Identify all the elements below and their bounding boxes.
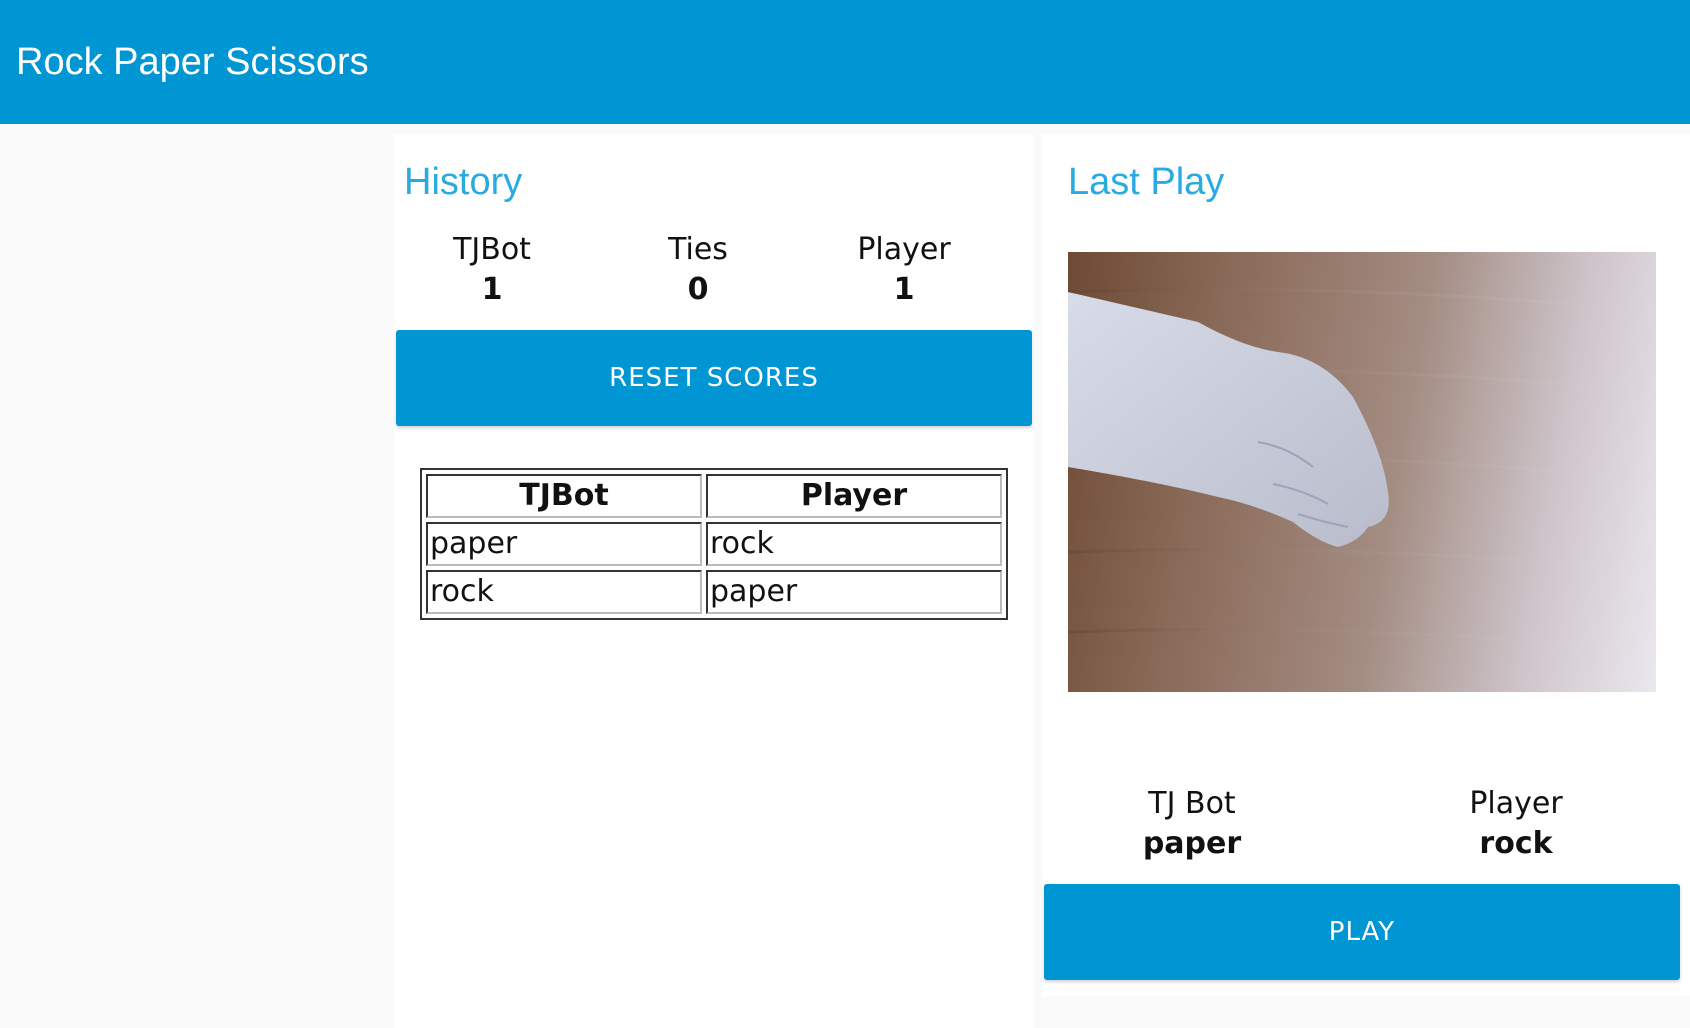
table-cell-player: rock bbox=[706, 522, 1002, 566]
table-cell-tjbot: rock bbox=[426, 570, 702, 614]
app-header: Rock Paper Scissors bbox=[0, 0, 1690, 124]
app-title: Rock Paper Scissors bbox=[16, 41, 369, 83]
player-score: Player 1 bbox=[804, 230, 1004, 310]
fist-illustration bbox=[1068, 288, 1656, 654]
history-title: History bbox=[404, 161, 523, 203]
ties-score-value: 0 bbox=[687, 272, 709, 307]
last-play-player: Player rock bbox=[1366, 784, 1666, 864]
ties-score-label: Ties bbox=[668, 232, 728, 267]
tjbot-score: TJBot 1 bbox=[392, 230, 592, 310]
reset-scores-button[interactable]: RESET SCORES bbox=[396, 330, 1032, 426]
play-button[interactable]: PLAY bbox=[1044, 884, 1680, 980]
player-score-value: 1 bbox=[893, 272, 915, 307]
last-play-player-value: rock bbox=[1479, 826, 1553, 861]
table-header-row: TJBot Player bbox=[426, 474, 1002, 518]
last-play-tjbot-label: TJ Bot bbox=[1148, 786, 1236, 821]
last-play-tjbot: TJ Bot paper bbox=[1042, 784, 1342, 864]
last-play-tjbot-value: paper bbox=[1142, 826, 1242, 861]
last-play-panel: Last Play TJ Bot paper Player rock PLAY bbox=[1042, 134, 1690, 996]
rock-hand-photo bbox=[1068, 252, 1656, 692]
table-cell-tjbot: paper bbox=[426, 522, 702, 566]
last-play-player-label: Player bbox=[1469, 786, 1563, 821]
history-table: TJBot Player paper rock rock paper bbox=[420, 468, 1008, 620]
history-panel: History TJBot 1 Ties 0 Player 1 RESET SC… bbox=[394, 134, 1034, 1028]
table-header-player: Player bbox=[706, 474, 1002, 518]
player-score-label: Player bbox=[857, 232, 951, 267]
table-cell-player: paper bbox=[706, 570, 1002, 614]
table-row: paper rock bbox=[426, 522, 1002, 566]
table-row: rock paper bbox=[426, 570, 1002, 614]
tjbot-score-value: 1 bbox=[481, 272, 503, 307]
ties-score: Ties 0 bbox=[598, 230, 798, 310]
tjbot-score-label: TJBot bbox=[453, 232, 531, 267]
table-header-tjbot: TJBot bbox=[426, 474, 702, 518]
last-play-title: Last Play bbox=[1068, 161, 1225, 203]
